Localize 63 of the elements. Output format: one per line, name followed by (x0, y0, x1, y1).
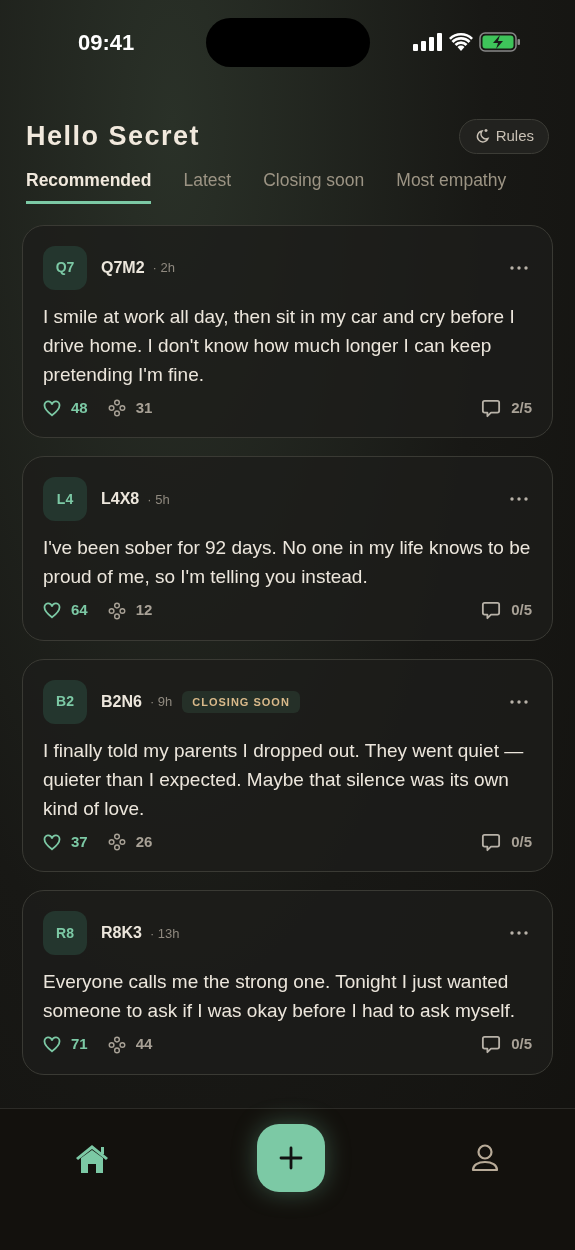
page-title: Hello Secret (26, 120, 201, 153)
post-card[interactable]: B2 B2N6 · 9h CLOSING SOON I finally told my parents I dropped out. They went quiet — quieter than I expected. Maybe that silence was its own kind of love. 37 26 0/5 (22, 658, 553, 873)
reply-count: 0/5 (511, 600, 532, 621)
reply-count: 2/5 (511, 397, 532, 418)
comment-icon[interactable] (481, 398, 502, 418)
more-icon[interactable] (510, 265, 528, 270)
profile-icon[interactable] (471, 1143, 499, 1173)
post-time: · 2h (152, 259, 175, 277)
flower-icon[interactable] (107, 1035, 126, 1054)
reply-count: 0/5 (511, 1034, 532, 1055)
heart-icon[interactable] (43, 833, 61, 851)
closing-soon-badge: CLOSING SOON (182, 690, 300, 713)
add-button[interactable] (256, 1124, 325, 1192)
comment-icon[interactable] (481, 601, 502, 620)
comment-icon[interactable] (481, 832, 502, 852)
battery-icon (479, 32, 521, 52)
author-name: B2N6 (101, 691, 142, 712)
post-time: · 5h (147, 490, 170, 509)
more-icon[interactable] (510, 699, 528, 704)
like-count: 64 (71, 600, 88, 621)
home-icon[interactable] (74, 1143, 110, 1175)
signal-icon (413, 33, 443, 51)
hug-count: 12 (135, 600, 153, 621)
feed-tab[interactable]: Recommended (26, 166, 152, 204)
comment-icon[interactable] (481, 1035, 502, 1054)
feed-tab[interactable]: Most empathy (396, 166, 507, 204)
more-icon[interactable] (510, 497, 528, 502)
author-name: L4X8 (101, 489, 140, 510)
rules-button[interactable]: Rules (458, 118, 549, 154)
avatar: R8 (43, 911, 87, 956)
post-time: · 13h (149, 924, 180, 943)
more-icon[interactable] (510, 931, 528, 936)
like-count: 37 (71, 831, 88, 852)
flower-icon[interactable] (107, 601, 126, 620)
plus-icon (278, 1146, 303, 1170)
flower-icon[interactable] (107, 399, 126, 417)
post-card[interactable]: L4 L4X8 · 5h I've been sober for 92 days. No one in my life knows to be proud of me, so I'm telling you instead. 64 12 0/5 (22, 456, 553, 641)
post-text: I've been sober for 92 days. No one in my life knows to be proud of me, so I'm telling you instead. (43, 536, 532, 590)
post-text: Everyone calls me the strong one. Tonight I just wanted someone to ask if I was okay before I had to ask myself. (43, 970, 517, 1024)
reply-count: 0/5 (511, 831, 532, 852)
wifi-icon (449, 33, 473, 51)
heart-icon[interactable] (43, 399, 61, 417)
post-card[interactable]: Q7 Q7M2 · 2h I smile at work all day, then sit in my car and cry before I drive home. I don't know how much longer I can keep pretending I'm fine. 48 31 2/5 (22, 224, 553, 439)
avatar: Q7 (43, 245, 87, 290)
post-text: I smile at work all day, then sit in my car and cry before I drive home. I don't know how much longer I can keep pretending I'm fine. (43, 304, 516, 387)
status-time: 09:41 (78, 28, 135, 57)
hug-count: 31 (135, 397, 153, 418)
author-name: Q7M2 (101, 257, 145, 278)
post-time: · 9h (149, 693, 173, 711)
heart-icon[interactable] (43, 1036, 61, 1053)
author-name: R8K3 (101, 923, 142, 944)
feed-tab[interactable]: Latest (183, 166, 232, 204)
like-count: 48 (71, 397, 88, 418)
hug-count: 26 (135, 831, 153, 852)
hug-count: 44 (135, 1034, 153, 1055)
flower-icon[interactable] (107, 833, 126, 851)
heart-icon[interactable] (43, 602, 61, 619)
feed-tab[interactable]: Closing soon (263, 166, 365, 204)
avatar: B2 (43, 679, 87, 724)
avatar: L4 (43, 477, 87, 522)
post-text: I finally told my parents I dropped out. They went quiet — quieter than I expected. Maybe that silence was its own kind of love. (43, 738, 525, 821)
like-count: 71 (71, 1034, 88, 1055)
post-card[interactable]: R8 R8K3 · 13h Everyone calls me the strong one. Tonight I just wanted someone to ask if I was okay before I had to ask myself. 71 44 0/5 (22, 890, 553, 1075)
